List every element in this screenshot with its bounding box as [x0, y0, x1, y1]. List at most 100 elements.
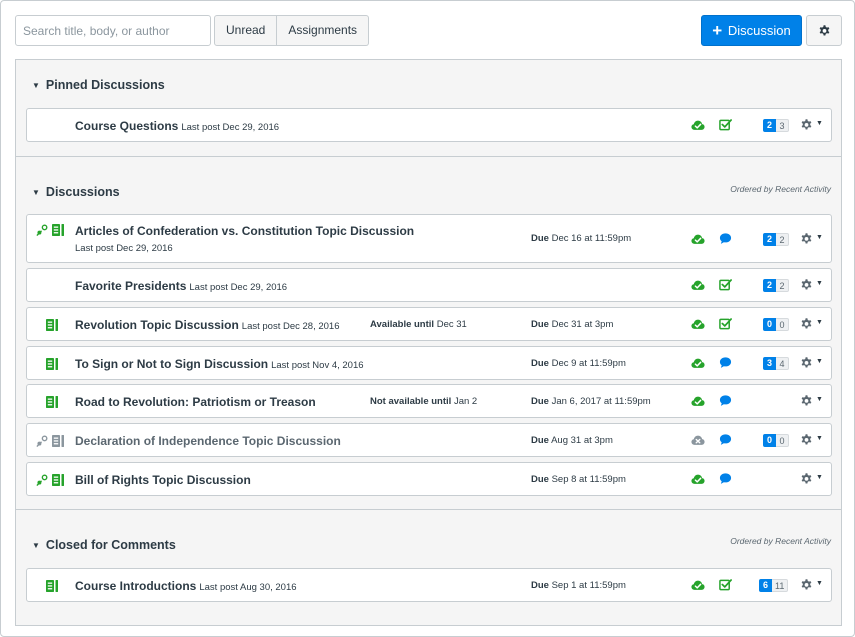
caret-down-icon: ▼ [816, 319, 823, 326]
row-settings-menu[interactable]: ▼ [800, 317, 826, 333]
caret-down-icon: ▼ [816, 580, 823, 587]
availability-date: Not available until Jan 2 [370, 396, 478, 407]
caret-down-icon: ▼ [816, 396, 823, 403]
published-cloud-check-icon[interactable] [691, 472, 705, 486]
published-cloud-check-icon[interactable] [691, 278, 705, 292]
discussion-title-link[interactable]: Bill of Rights Topic Discussion [75, 473, 251, 487]
closed-section-toggle[interactable]: ▼ Closed for Comments [32, 538, 176, 552]
caret-down-icon: ▼ [816, 280, 823, 287]
unpublished-cloud-icon[interactable] [691, 433, 705, 447]
assignment-icon [45, 318, 59, 332]
last-post-date: Last post Dec 29, 2016 [189, 282, 288, 293]
discussion-title-link[interactable]: To Sign or Not to Sign Discussion [75, 357, 268, 371]
row-settings-menu[interactable]: ▼ [800, 578, 826, 594]
row-settings-menu[interactable]: ▼ [800, 472, 826, 488]
row-settings-menu[interactable]: ▼ [800, 118, 826, 134]
due-date: Due Aug 31 at 3pm [531, 435, 613, 446]
gear-icon [800, 578, 813, 591]
caret-down-icon: ▼ [816, 234, 823, 241]
subscribe-bubble-icon[interactable] [719, 394, 732, 407]
total-count: 0 [776, 318, 789, 331]
discussion-row[interactable]: Road to Revolution: Patriotism or Treaso… [26, 384, 832, 418]
closed-for-comments-section: ▼ Closed for Comments Ordered by Recent A… [15, 509, 842, 626]
add-discussion-button[interactable]: + Discussion [701, 15, 802, 46]
reply-count-badge: 6 11 [759, 579, 789, 592]
unread-count: 0 [763, 318, 776, 331]
due-date: Due Sep 8 at 11:59pm [531, 474, 626, 485]
grading-dependency-icon [36, 224, 48, 236]
last-post-date: Last post Dec 28, 2016 [241, 321, 340, 332]
filter-button-group: Unread Assignments [214, 15, 370, 46]
discussion-row[interactable]: Revolution Topic Discussion Last post Dec… [26, 307, 832, 341]
gear-icon [800, 278, 813, 291]
caret-down-icon: ▼ [816, 435, 823, 442]
row-settings-menu[interactable]: ▼ [800, 394, 826, 410]
row-settings-menu[interactable]: ▼ [800, 232, 826, 248]
published-cloud-check-icon[interactable] [691, 317, 705, 331]
discussion-title-link[interactable]: Declaration of Independence Topic Discus… [75, 434, 341, 448]
discussion-title-link[interactable]: Course Introductions [75, 579, 196, 593]
availability-date: Available until Dec 31 [370, 319, 467, 330]
section-heading: Closed for Comments [45, 538, 176, 552]
published-cloud-check-icon[interactable] [691, 356, 705, 370]
discussion-row[interactable]: Bill of Rights Topic Discussion Due Sep … [26, 462, 832, 496]
toolbar: Unread Assignments + Discussion [15, 15, 842, 47]
gear-icon [818, 24, 831, 37]
subscribe-bubble-icon[interactable] [719, 433, 732, 446]
reply-count-badge: 22 [763, 233, 789, 246]
discussion-title-link[interactable]: Favorite Presidents [75, 279, 186, 293]
row-settings-menu[interactable]: ▼ [800, 433, 826, 449]
published-cloud-check-icon[interactable] [691, 118, 705, 132]
assignment-icon [51, 223, 65, 237]
due-date: Due Sep 1 at 11:59pm [531, 580, 626, 591]
discussion-row[interactable]: Articles of Confederation vs. Constituti… [26, 214, 832, 263]
subscribed-checkbox-icon[interactable] [719, 118, 732, 131]
total-count: 2 [776, 279, 789, 292]
total-count: 3 [776, 119, 789, 132]
gear-icon [800, 317, 813, 330]
discussions-page: Unread Assignments + Discussion ▼ Pinned … [0, 0, 855, 637]
grading-dependency-icon [36, 435, 48, 447]
discussion-row[interactable]: Course Questions Last post Dec 29, 2016 2… [26, 108, 832, 142]
caret-down-icon: ▼ [32, 81, 40, 90]
search-input[interactable] [15, 15, 211, 46]
discussion-row[interactable]: Declaration of Independence Topic Discus… [26, 423, 832, 457]
assignment-icon [45, 357, 59, 371]
caret-down-icon: ▼ [32, 188, 40, 197]
due-date: Due Dec 31 at 3pm [531, 319, 614, 330]
gear-icon [800, 356, 813, 369]
row-settings-menu[interactable]: ▼ [800, 356, 826, 372]
settings-button[interactable] [806, 15, 842, 46]
subscribe-bubble-icon[interactable] [719, 356, 732, 369]
discussion-title-link[interactable]: Revolution Topic Discussion [75, 318, 239, 332]
discussion-row[interactable]: To Sign or Not to Sign Discussion Last po… [26, 346, 832, 380]
caret-down-icon: ▼ [32, 541, 40, 550]
total-count: 2 [776, 233, 789, 246]
caret-down-icon: ▼ [816, 358, 823, 365]
subscribe-bubble-icon[interactable] [719, 232, 732, 245]
reply-count-badge: 23 [763, 119, 789, 132]
published-cloud-check-icon[interactable] [691, 394, 705, 408]
gear-icon [800, 472, 813, 485]
pinned-section-toggle[interactable]: ▼ Pinned Discussions [32, 78, 165, 92]
discussion-title-link[interactable]: Road to Revolution: Patriotism or Treaso… [75, 395, 316, 409]
discussion-row[interactable]: Favorite Presidents Last post Dec 29, 201… [26, 268, 832, 302]
caret-down-icon: ▼ [816, 474, 823, 481]
assignments-filter-button[interactable]: Assignments [277, 15, 370, 46]
reply-count-badge: 34 [763, 357, 789, 370]
discussion-row[interactable]: Course Introductions Last post Aug 30, 20… [26, 568, 832, 602]
unread-filter-button[interactable]: Unread [214, 15, 278, 46]
assignment-icon [51, 473, 65, 487]
row-settings-menu[interactable]: ▼ [800, 278, 826, 294]
subscribed-checkbox-icon[interactable] [719, 278, 732, 291]
published-cloud-check-icon[interactable] [691, 578, 705, 592]
discussion-title-link[interactable]: Course Questions [75, 119, 178, 133]
subscribed-checkbox-icon[interactable] [719, 578, 732, 591]
due-date: Due Dec 16 at 11:59pm [531, 233, 632, 244]
discussion-title-link[interactable]: Articles of Confederation vs. Constituti… [75, 224, 414, 238]
subscribed-checkbox-icon[interactable] [719, 317, 732, 330]
gear-icon [800, 232, 813, 245]
discussions-section-toggle[interactable]: ▼ Discussions [32, 185, 120, 199]
published-cloud-check-icon[interactable] [691, 232, 705, 246]
subscribe-bubble-icon[interactable] [719, 472, 732, 485]
